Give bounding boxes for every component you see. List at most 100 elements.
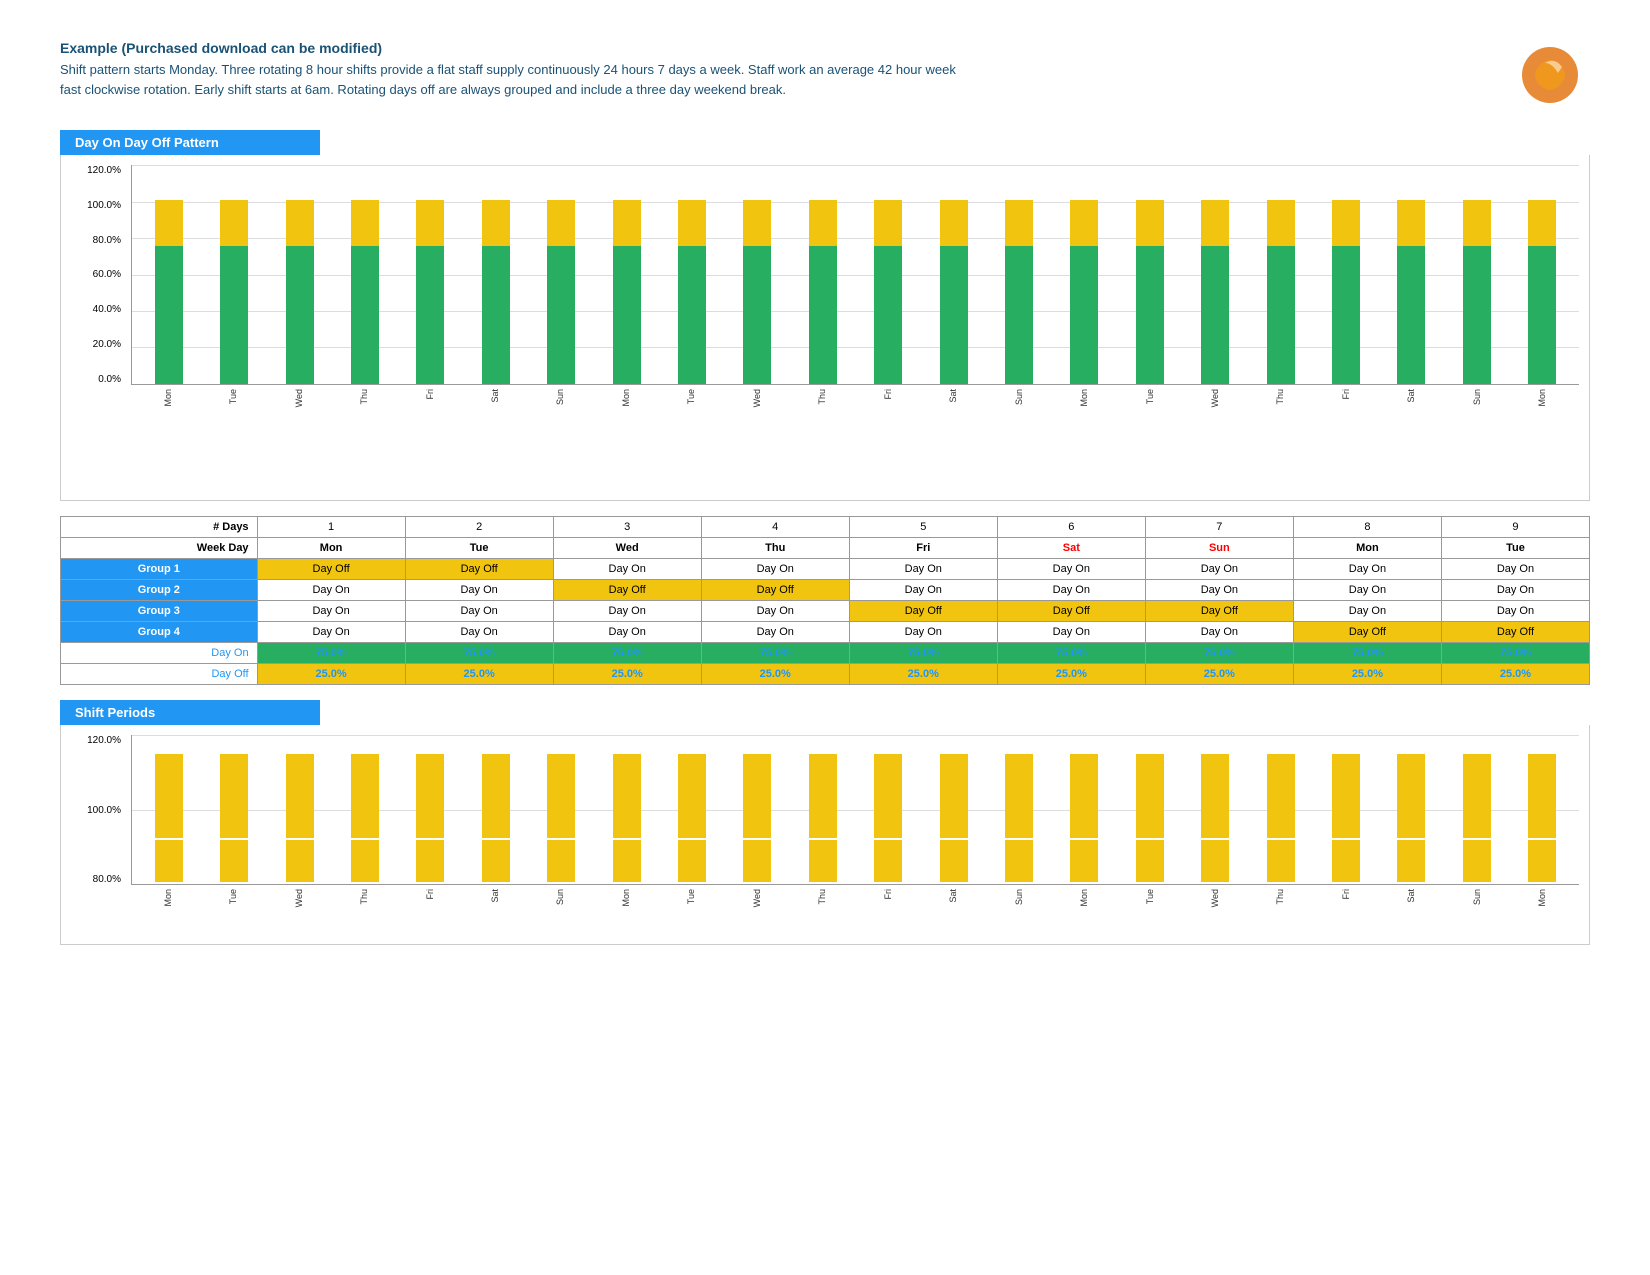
- c2-bar-yellow: [1267, 840, 1295, 882]
- c2-bar-yellow: [1070, 754, 1098, 796]
- bar-yellow: [1005, 200, 1033, 246]
- bar-green: [220, 246, 248, 384]
- day-off-val-5: 25.0%: [997, 664, 1145, 685]
- x-label-15: Tue: [1145, 389, 1155, 404]
- chart1-section: Day On Day Off Pattern: [60, 130, 1590, 155]
- bar-yellow: [1463, 200, 1491, 246]
- c2-bar-yellow: [1136, 796, 1164, 838]
- c2-bar-yellow: [1070, 840, 1098, 882]
- c2-bar-yellow: [874, 796, 902, 838]
- bar-green: [678, 246, 706, 384]
- group-cell-1-8: Day On: [1441, 580, 1589, 601]
- day-off-val-6: 25.0%: [1145, 664, 1293, 685]
- bar-green: [286, 246, 314, 384]
- group-cell-2-8: Day On: [1441, 601, 1589, 622]
- bar-yellow: [482, 200, 510, 246]
- bar-green: [613, 246, 641, 384]
- bar-group-12: [922, 165, 985, 384]
- day-on-val-3: 75.0%: [701, 643, 849, 664]
- c2-x-label-21: Mon: [1537, 889, 1547, 907]
- weekday-1: Tue: [405, 538, 553, 559]
- c2-y-label-100: 100.0%: [61, 805, 126, 816]
- c2-x-label-4: Fri: [425, 889, 435, 900]
- x-label-10: Thu: [817, 389, 827, 405]
- group-cell-3-0: Day On: [257, 622, 405, 643]
- group-cell-2-0: Day On: [257, 601, 405, 622]
- group-cell-3-5: Day On: [997, 622, 1145, 643]
- bar-green: [1397, 246, 1425, 384]
- x-label-2: Wed: [294, 389, 304, 407]
- c2-x-label-10: Thu: [817, 889, 827, 905]
- y-label-20: 20.0%: [61, 339, 126, 350]
- c2-bar-group-2: [268, 735, 331, 884]
- bar-yellow: [416, 200, 444, 246]
- x-label-13: Sun: [1014, 389, 1024, 405]
- c2-bar-group-14: [1053, 735, 1116, 884]
- c2-bar-yellow: [482, 840, 510, 882]
- c2-bar-yellow: [1332, 796, 1360, 838]
- c2-bar-yellow: [940, 754, 968, 796]
- group-label-3: Group 4: [61, 622, 258, 643]
- group-cell-2-1: Day On: [405, 601, 553, 622]
- c2-x-label-20: Sun: [1472, 889, 1482, 905]
- c2-x-label-1: Tue: [228, 889, 238, 904]
- c2-bar-yellow: [743, 840, 771, 882]
- c2-bar-group-20: [1445, 735, 1508, 884]
- x-label-9: Wed: [752, 389, 762, 407]
- day-num-1: 2: [405, 517, 553, 538]
- day-on-val-4: 75.0%: [849, 643, 997, 664]
- bar-group-14: [1053, 165, 1116, 384]
- bar-group-17: [1249, 165, 1312, 384]
- bar-group-1: [202, 165, 265, 384]
- c2-bar-yellow: [613, 754, 641, 796]
- c2-bar-yellow: [613, 796, 641, 838]
- bar-green: [1528, 246, 1556, 384]
- c2-bar-yellow: [482, 796, 510, 838]
- day-on-val-5: 75.0%: [997, 643, 1145, 664]
- bar-group-0: [137, 165, 200, 384]
- group-cell-0-7: Day On: [1293, 559, 1441, 580]
- bars-row: [132, 165, 1579, 384]
- bar-group-19: [1380, 165, 1443, 384]
- x-label-18: Fri: [1341, 389, 1351, 400]
- c2-bar-yellow: [1528, 840, 1556, 882]
- c2-x-label-5: Sat: [490, 889, 500, 903]
- c2-bar-yellow: [1201, 754, 1229, 796]
- weekday-7: Mon: [1293, 538, 1441, 559]
- c2-bar-group-15: [1118, 735, 1181, 884]
- c2-y-label-120: 120.0%: [61, 735, 126, 746]
- logo-area: [1510, 40, 1590, 110]
- x-label-6: Sun: [555, 389, 565, 405]
- bar-green: [1201, 246, 1229, 384]
- c2-x-label-19: Sat: [1406, 889, 1416, 903]
- group-label-1: Group 2: [61, 580, 258, 601]
- y-label-120: 120.0%: [61, 165, 126, 176]
- bar-yellow: [155, 200, 183, 246]
- c2-bar-yellow: [678, 796, 706, 838]
- day-on-val-2: 75.0%: [553, 643, 701, 664]
- day-num-2: 3: [553, 517, 701, 538]
- bar-group-9: [726, 165, 789, 384]
- day-off-val-8: 25.0%: [1441, 664, 1589, 685]
- day-num-5: 6: [997, 517, 1145, 538]
- c2-bar-yellow: [286, 840, 314, 882]
- bar-green: [482, 246, 510, 384]
- chart1-title: Day On Day Off Pattern: [60, 130, 320, 155]
- c2-bar-yellow: [1136, 840, 1164, 882]
- c2-bar-group-6: [529, 735, 592, 884]
- weekday-label: Week Day: [61, 538, 258, 559]
- c2-bar-yellow: [220, 754, 248, 796]
- day-off-val-0: 25.0%: [257, 664, 405, 685]
- c2-bar-yellow: [678, 840, 706, 882]
- weekday-2: Wed: [553, 538, 701, 559]
- c2-x-label-13: Sun: [1014, 889, 1024, 905]
- c2-bar-yellow: [155, 840, 183, 882]
- group-cell-0-6: Day On: [1145, 559, 1293, 580]
- bar-group-13: [987, 165, 1050, 384]
- c2-bar-yellow: [1136, 754, 1164, 796]
- c2-bar-yellow: [220, 840, 248, 882]
- c2-bar-yellow: [155, 796, 183, 838]
- day-on-val-1: 75.0%: [405, 643, 553, 664]
- group-cell-1-7: Day On: [1293, 580, 1441, 601]
- c2-bar-yellow: [1528, 796, 1556, 838]
